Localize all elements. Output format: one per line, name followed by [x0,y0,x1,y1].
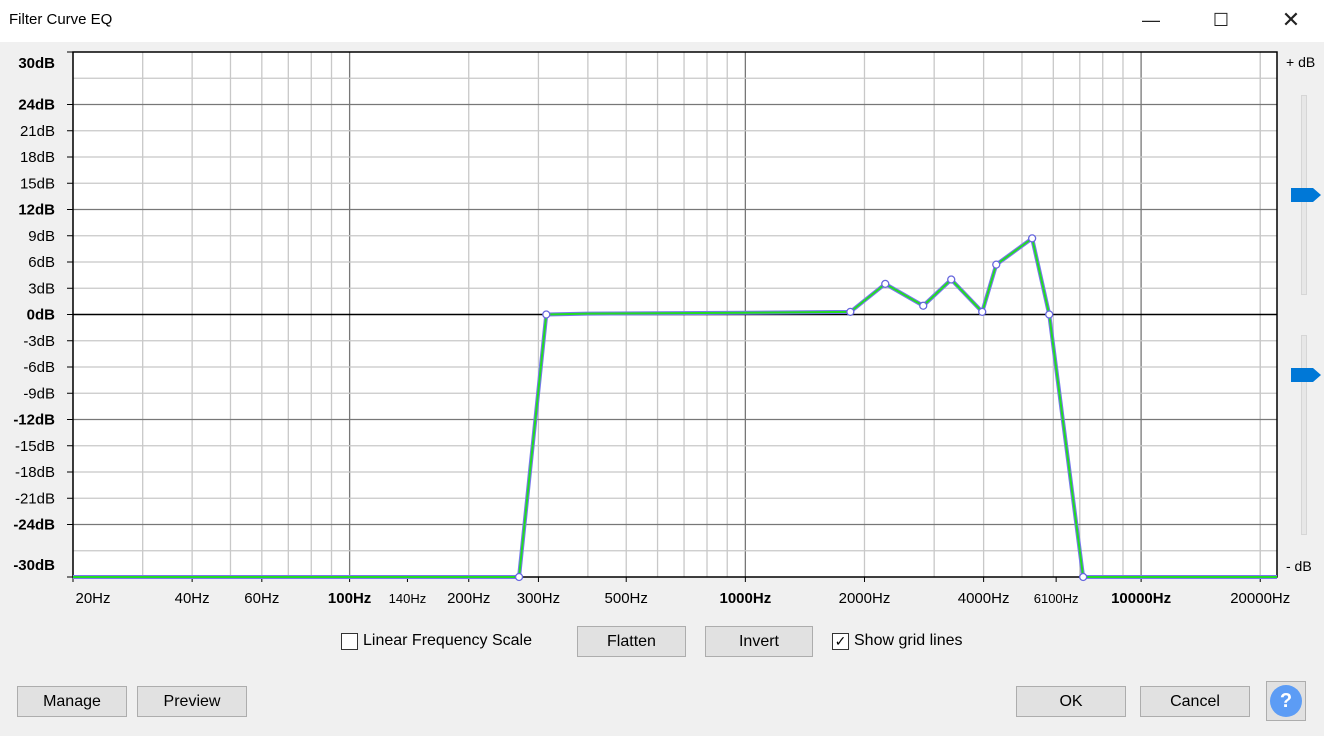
y-tick-label: -30dB [13,557,55,574]
checkbox-label: Show grid lines [854,632,963,649]
eq-control-point[interactable] [846,307,855,317]
y-tick-label: 15dB [20,175,55,192]
y-tick-label: 9dB [28,228,55,245]
maximize-icon[interactable]: ☐ [1198,0,1244,40]
x-tick-label: 20Hz [75,590,110,607]
eq-control-point[interactable] [1027,234,1037,243]
minimize-icon[interactable]: — [1128,0,1174,40]
y-tick-label: 3dB [28,280,55,297]
window-title: Filter Curve EQ [9,11,113,28]
eq-control-point[interactable] [881,279,890,289]
invert-button[interactable]: Invert [705,626,813,657]
x-tick-label: 2000Hz [839,590,891,607]
title-bar: Filter Curve EQ — ☐ ✕ [0,0,1324,42]
plus-db-label: + dB [1286,54,1316,70]
x-tick-label: 100Hz [328,590,371,607]
minus-db-label: - dB [1286,558,1312,574]
x-tick-label: 6100Hz [1034,591,1079,606]
eq-curve-plot[interactable]: 30dB 24dB 21dB 18dB 15dB 12dB 9dB 6dB 3dB 0dB -3dB… [0,42,1324,612]
x-tick-label: 10000Hz [1111,590,1171,607]
y-tick-label: -12dB [13,412,55,429]
x-tick-label: 300Hz [517,590,560,607]
linear-frequency-scale-checkbox[interactable]: Linear Frequency Scale [341,632,532,650]
y-tick-label: -15dB [15,438,55,455]
x-tick-label: 200Hz [447,590,490,607]
show-grid-lines-checkbox[interactable]: ✓ Show grid lines [832,632,963,650]
close-icon[interactable]: ✕ [1268,0,1314,40]
y-tick-label: 0dB [27,307,56,324]
y-tick-label: 6dB [28,254,55,271]
y-tick-label: -6dB [23,359,55,376]
y-tick-label: -21dB [15,490,55,507]
y-tick-label: -3dB [23,333,55,350]
x-tick-label: 20000Hz [1230,590,1290,607]
preview-button[interactable]: Preview [137,686,247,717]
eq-control-point[interactable] [919,301,928,310]
checkbox-box[interactable]: ✓ [832,632,849,650]
cancel-button[interactable]: Cancel [1140,686,1250,717]
eq-control-point[interactable] [947,275,956,284]
checkbox-label: Linear Frequency Scale [363,632,532,649]
max-gain-slider-thumb[interactable] [1291,188,1321,202]
y-tick-label: 21dB [20,123,55,140]
checkbox-box[interactable] [341,632,358,650]
x-tick-label: 1000Hz [720,590,772,607]
y-tick-label: 24dB [18,97,55,114]
eq-control-point[interactable] [514,572,524,582]
x-tick-label: 60Hz [244,590,279,607]
eq-control-point[interactable] [992,260,1001,269]
x-tick-label: 40Hz [175,590,210,607]
eq-control-point[interactable] [542,310,551,319]
help-button[interactable]: ? [1266,681,1306,721]
ok-button[interactable]: OK [1016,686,1126,717]
eq-control-point[interactable] [978,307,987,317]
x-tick-label: 4000Hz [958,590,1010,607]
min-gain-slider-track[interactable] [1301,335,1307,535]
x-tick-label: 500Hz [605,590,648,607]
y-tick-label: -9dB [23,385,55,402]
help-icon: ? [1270,685,1302,717]
eq-control-point[interactable] [1079,572,1088,582]
y-tick-label: 18dB [20,149,55,166]
y-tick-label: -18dB [15,464,55,481]
eq-control-point[interactable] [1045,310,1054,319]
flatten-button[interactable]: Flatten [577,626,686,657]
min-gain-slider-thumb[interactable] [1291,368,1321,382]
y-tick-label: 30dB [18,55,55,72]
y-tick-label: -24dB [13,517,55,534]
manage-button[interactable]: Manage [17,686,127,717]
y-tick-label: 12dB [18,202,55,219]
x-tick-label: 140Hz [389,591,427,606]
